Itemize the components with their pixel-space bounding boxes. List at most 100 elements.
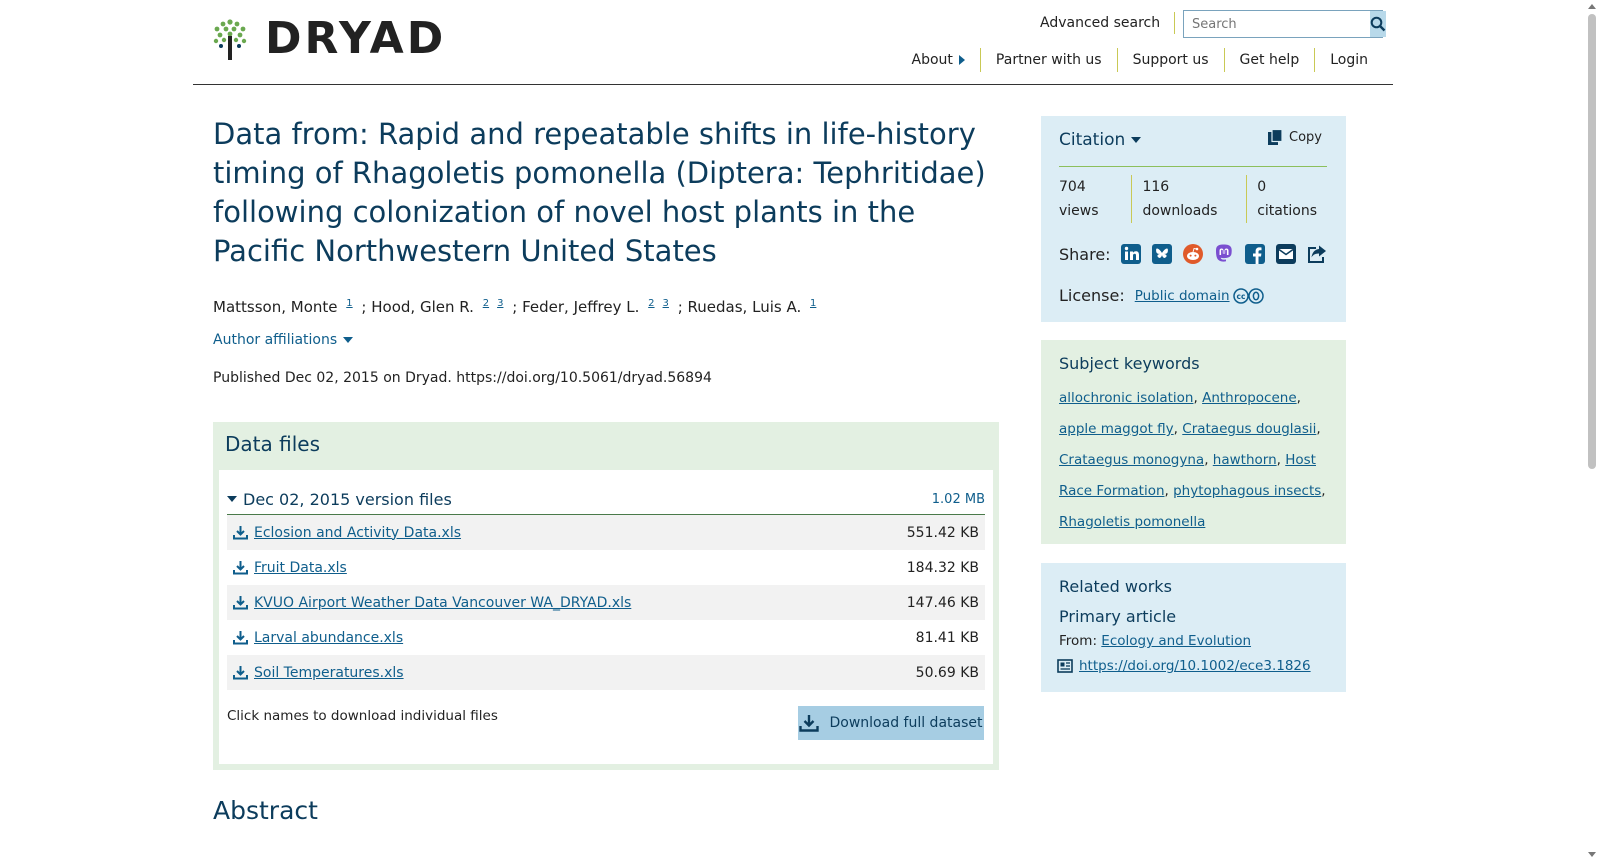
download-icon: [233, 561, 248, 575]
usage-metrics: 704 views 116 downloads 0 citations: [1059, 166, 1327, 223]
keyword-link[interactable]: phytophagous insects: [1173, 483, 1321, 499]
related-works-panel: Related works Primary article From: Ecol…: [1041, 563, 1346, 692]
advanced-search-link[interactable]: Advanced search: [1040, 12, 1176, 34]
author-separator: ;: [512, 298, 518, 316]
data-files-list: Dec 02, 2015 version files 1.02 MB Eclos…: [219, 470, 993, 764]
bluesky-icon[interactable]: [1151, 243, 1173, 265]
subject-keywords-heading: Subject keywords: [1059, 354, 1200, 373]
license-link[interactable]: Public domain: [1135, 288, 1230, 304]
search-input[interactable]: [1184, 11, 1370, 37]
keyword-link[interactable]: Crataegus monogyna: [1059, 452, 1204, 468]
nav-support[interactable]: Support us: [1116, 48, 1224, 72]
file-link[interactable]: Soil Temperatures.xls: [254, 665, 404, 681]
nav-partner[interactable]: Partner with us: [979, 48, 1117, 72]
svg-text:cc: cc: [1236, 292, 1245, 301]
version-toggle[interactable]: Dec 02, 2015 version files 1.02 MB: [227, 484, 985, 515]
nav-about-label: About: [911, 52, 953, 68]
data-files-panel: Data files Dec 02, 2015 version files 1.…: [213, 422, 999, 770]
email-icon[interactable]: [1275, 243, 1297, 265]
data-files-heading: Data files: [225, 432, 320, 456]
keyword-link[interactable]: Anthropocene: [1202, 390, 1297, 406]
share-bar: Share:: [1059, 243, 1328, 265]
caret-down-icon: [343, 337, 354, 343]
license-row: License: Public domain cc: [1059, 286, 1265, 305]
file-link[interactable]: Eclosion and Activity Data.xls: [254, 525, 461, 541]
scroll-up-icon[interactable]: [1588, 4, 1596, 9]
subject-keywords-panel: Subject keywords allochronic isolation, …: [1041, 340, 1346, 544]
author-affiliations-toggle[interactable]: Author affiliations: [213, 332, 354, 348]
file-row: Eclosion and Activity Data.xls 551.42 KB: [227, 515, 985, 550]
author-affiliations-label: Author affiliations: [213, 332, 338, 348]
copy-citation-button[interactable]: Copy: [1267, 129, 1322, 146]
file-size: 184.32 KB: [906, 559, 979, 576]
affiliation-link[interactable]: 3: [663, 298, 669, 309]
download-icon: [233, 596, 248, 610]
dataset-title: Data from: Rapid and repeatable shifts i…: [213, 117, 986, 268]
download-icon: [799, 715, 820, 732]
keyword-link[interactable]: Rhagoletis pomonella: [1059, 514, 1205, 530]
file-link[interactable]: Larval abundance.xls: [254, 630, 403, 646]
nav-help[interactable]: Get help: [1223, 48, 1315, 72]
linkedin-icon[interactable]: [1120, 243, 1142, 265]
affiliation-link[interactable]: 1: [346, 298, 352, 309]
mastodon-icon[interactable]: [1213, 243, 1235, 265]
file-link[interactable]: Fruit Data.xls: [254, 560, 347, 576]
affiliation-link[interactable]: 3: [497, 298, 503, 309]
affiliation-link[interactable]: 2: [648, 298, 654, 309]
keyword-link[interactable]: Crataegus douglasii: [1182, 421, 1316, 437]
metric-value: 116: [1142, 179, 1170, 195]
search-button[interactable]: [1370, 11, 1386, 37]
author-separator: ;: [361, 298, 367, 316]
keyword-link[interactable]: allochronic isolation: [1059, 390, 1193, 406]
author-list: Mattsson, Monte 1 ; Hood, Glen R. 23 ; F…: [213, 294, 820, 316]
file-row: KVUO Airport Weather Data Vancouver WA_D…: [227, 585, 985, 620]
affiliation-link[interactable]: 1: [810, 298, 816, 309]
published-info: Published Dec 02, 2015 on Dryad. https:/…: [213, 370, 712, 386]
scrollbar-thumb[interactable]: [1588, 14, 1596, 469]
reddit-icon[interactable]: [1182, 243, 1204, 265]
version-label: Dec 02, 2015 version files: [243, 489, 452, 509]
nav-login[interactable]: Login: [1314, 48, 1383, 72]
citation-panel: Citation Copy 704 views 116 downloads 0 cit…: [1041, 116, 1346, 322]
tree-icon: [213, 19, 247, 60]
author-name: Hood, Glen R.: [371, 298, 474, 316]
citation-heading: Citation: [1059, 130, 1126, 150]
caret-down-icon: [1131, 137, 1142, 143]
file-size: 551.42 KB: [906, 524, 979, 541]
license-label: License:: [1059, 286, 1125, 305]
nav-about[interactable]: About: [897, 48, 980, 72]
metric-views: 704 views: [1059, 175, 1131, 223]
metric-value: 0: [1257, 179, 1267, 195]
facebook-icon[interactable]: [1244, 243, 1266, 265]
caret-right-icon: [958, 55, 965, 65]
search-icon: [1370, 16, 1386, 32]
download-full-dataset-button[interactable]: Download full dataset: [798, 706, 984, 740]
article-icon: [1057, 659, 1073, 673]
version-size: 1.02 MB: [931, 491, 985, 507]
share-icon[interactable]: [1306, 243, 1328, 265]
author-separator: ;: [677, 298, 683, 316]
download-icon: [233, 526, 248, 540]
dryad-logo[interactable]: DRYAD: [213, 16, 446, 62]
keyword-list: allochronic isolation, Anthropocene, app…: [1059, 390, 1326, 530]
metric-label: views: [1059, 203, 1099, 219]
site-header: DRYAD Advanced search About Partner with…: [193, 0, 1393, 85]
journal-link[interactable]: Ecology and Evolution: [1101, 633, 1251, 649]
keyword-link[interactable]: hawthorn: [1213, 452, 1277, 468]
citation-toggle[interactable]: Citation: [1059, 130, 1142, 150]
abstract-heading: Abstract: [213, 796, 318, 825]
related-doi-link[interactable]: https://doi.org/10.1002/ece3.1826: [1079, 658, 1311, 674]
scroll-down-icon[interactable]: [1588, 852, 1596, 857]
keyword-link[interactable]: apple maggot fly: [1059, 421, 1174, 437]
caret-down-icon: [227, 496, 237, 502]
author-name: Feder, Jeffrey L.: [522, 298, 640, 316]
file-row: Soil Temperatures.xls 50.69 KB: [227, 655, 985, 690]
file-size: 81.41 KB: [915, 629, 979, 646]
logo-text: DRYAD: [265, 13, 447, 64]
download-icon: [233, 666, 248, 680]
metric-citations: 0 citations: [1246, 175, 1327, 223]
vertical-scrollbar[interactable]: [1584, 0, 1600, 861]
affiliation-link[interactable]: 2: [483, 298, 489, 309]
file-size: 147.46 KB: [906, 594, 979, 611]
file-link[interactable]: KVUO Airport Weather Data Vancouver WA_D…: [254, 595, 631, 611]
